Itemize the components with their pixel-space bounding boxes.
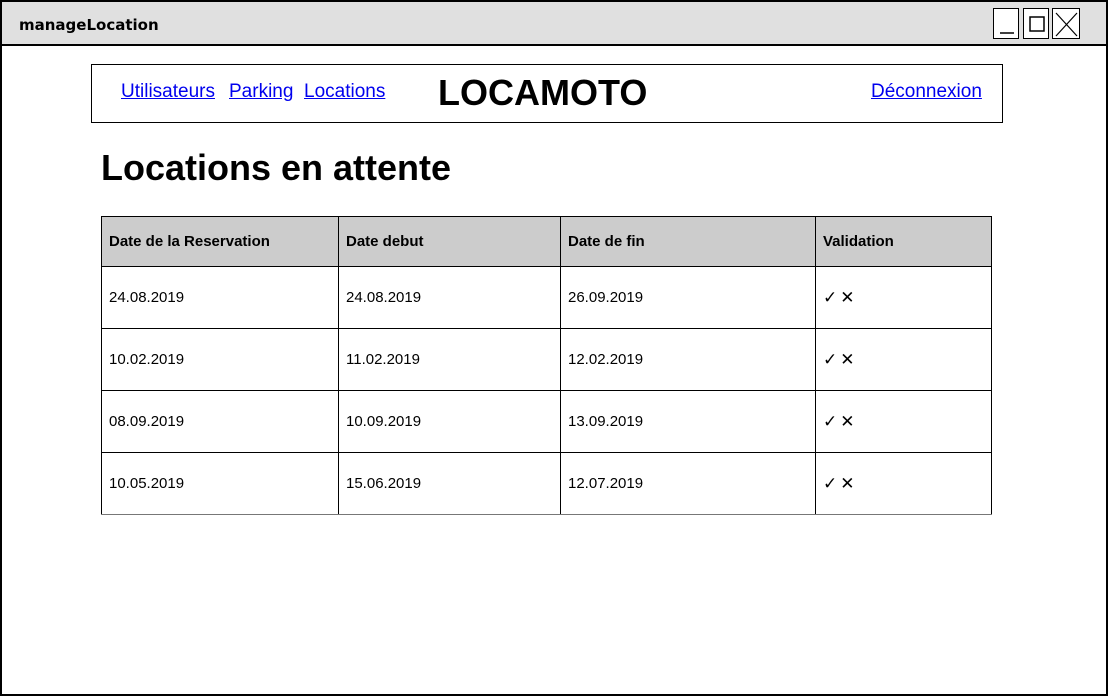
window-title: manageLocation <box>19 16 159 34</box>
header-date-debut: Date debut <box>338 216 561 267</box>
cell-date-debut: 24.08.2019 <box>338 266 561 329</box>
nav-link-utilisateurs[interactable]: Utilisateurs <box>121 81 215 103</box>
validate-check-icon[interactable]: ✓ <box>823 350 837 370</box>
maximize-icon <box>1029 16 1045 32</box>
top-navbar: Utilisateurs Parking Locations LOCAMOTO … <box>91 64 1003 123</box>
table-row: 10.05.2019 15.06.2019 12.07.2019 ✓ ✕ <box>101 452 992 515</box>
reject-cross-icon[interactable]: ✕ <box>840 412 854 432</box>
cell-date-reservation: 10.05.2019 <box>101 452 339 515</box>
minimize-button[interactable] <box>993 8 1019 39</box>
logout-link[interactable]: Déconnexion <box>871 81 982 103</box>
reject-cross-icon[interactable]: ✕ <box>840 288 854 308</box>
close-icon <box>1055 12 1078 37</box>
table-row: 08.09.2019 10.09.2019 13.09.2019 ✓ ✕ <box>101 390 992 453</box>
cell-validation: ✓ ✕ <box>815 390 992 453</box>
cell-validation: ✓ ✕ <box>815 328 992 391</box>
validate-check-icon[interactable]: ✓ <box>823 288 837 308</box>
cell-date-reservation: 24.08.2019 <box>101 266 339 329</box>
cell-date-fin: 12.02.2019 <box>560 328 816 391</box>
header-date-reservation: Date de la Reservation <box>101 216 339 267</box>
validate-check-icon[interactable]: ✓ <box>823 412 837 432</box>
cell-date-debut: 15.06.2019 <box>338 452 561 515</box>
cell-validation: ✓ ✕ <box>815 452 992 515</box>
reject-cross-icon[interactable]: ✕ <box>840 350 854 370</box>
cell-date-reservation: 08.09.2019 <box>101 390 339 453</box>
cell-date-reservation: 10.02.2019 <box>101 328 339 391</box>
close-button[interactable] <box>1052 8 1080 39</box>
table-header-row: Date de la Reservation Date debut Date d… <box>101 216 992 267</box>
validate-check-icon[interactable]: ✓ <box>823 474 837 494</box>
maximize-button[interactable] <box>1023 8 1049 39</box>
title-bar[interactable]: manageLocation <box>2 2 1106 46</box>
header-date-fin: Date de fin <box>560 216 816 267</box>
header-validation: Validation <box>815 216 992 267</box>
nav-link-locations[interactable]: Locations <box>304 81 385 103</box>
minimize-icon <box>1000 32 1014 34</box>
cell-date-debut: 10.09.2019 <box>338 390 561 453</box>
reject-cross-icon[interactable]: ✕ <box>840 474 854 494</box>
cell-date-fin: 13.09.2019 <box>560 390 816 453</box>
brand-logo-text: LOCAMOTO <box>438 72 648 113</box>
cell-date-debut: 11.02.2019 <box>338 328 561 391</box>
table-row: 24.08.2019 24.08.2019 26.09.2019 ✓ ✕ <box>101 266 992 329</box>
cell-date-fin: 26.09.2019 <box>560 266 816 329</box>
cell-validation: ✓ ✕ <box>815 266 992 329</box>
page-title: Locations en attente <box>101 147 452 188</box>
pending-rentals-table: Date de la Reservation Date debut Date d… <box>101 216 992 515</box>
table-row: 10.02.2019 11.02.2019 12.02.2019 ✓ ✕ <box>101 328 992 391</box>
nav-link-parking[interactable]: Parking <box>229 81 293 103</box>
cell-date-fin: 12.07.2019 <box>560 452 816 515</box>
app-window: manageLocation Utilisateurs Parking Loca… <box>0 0 1108 696</box>
